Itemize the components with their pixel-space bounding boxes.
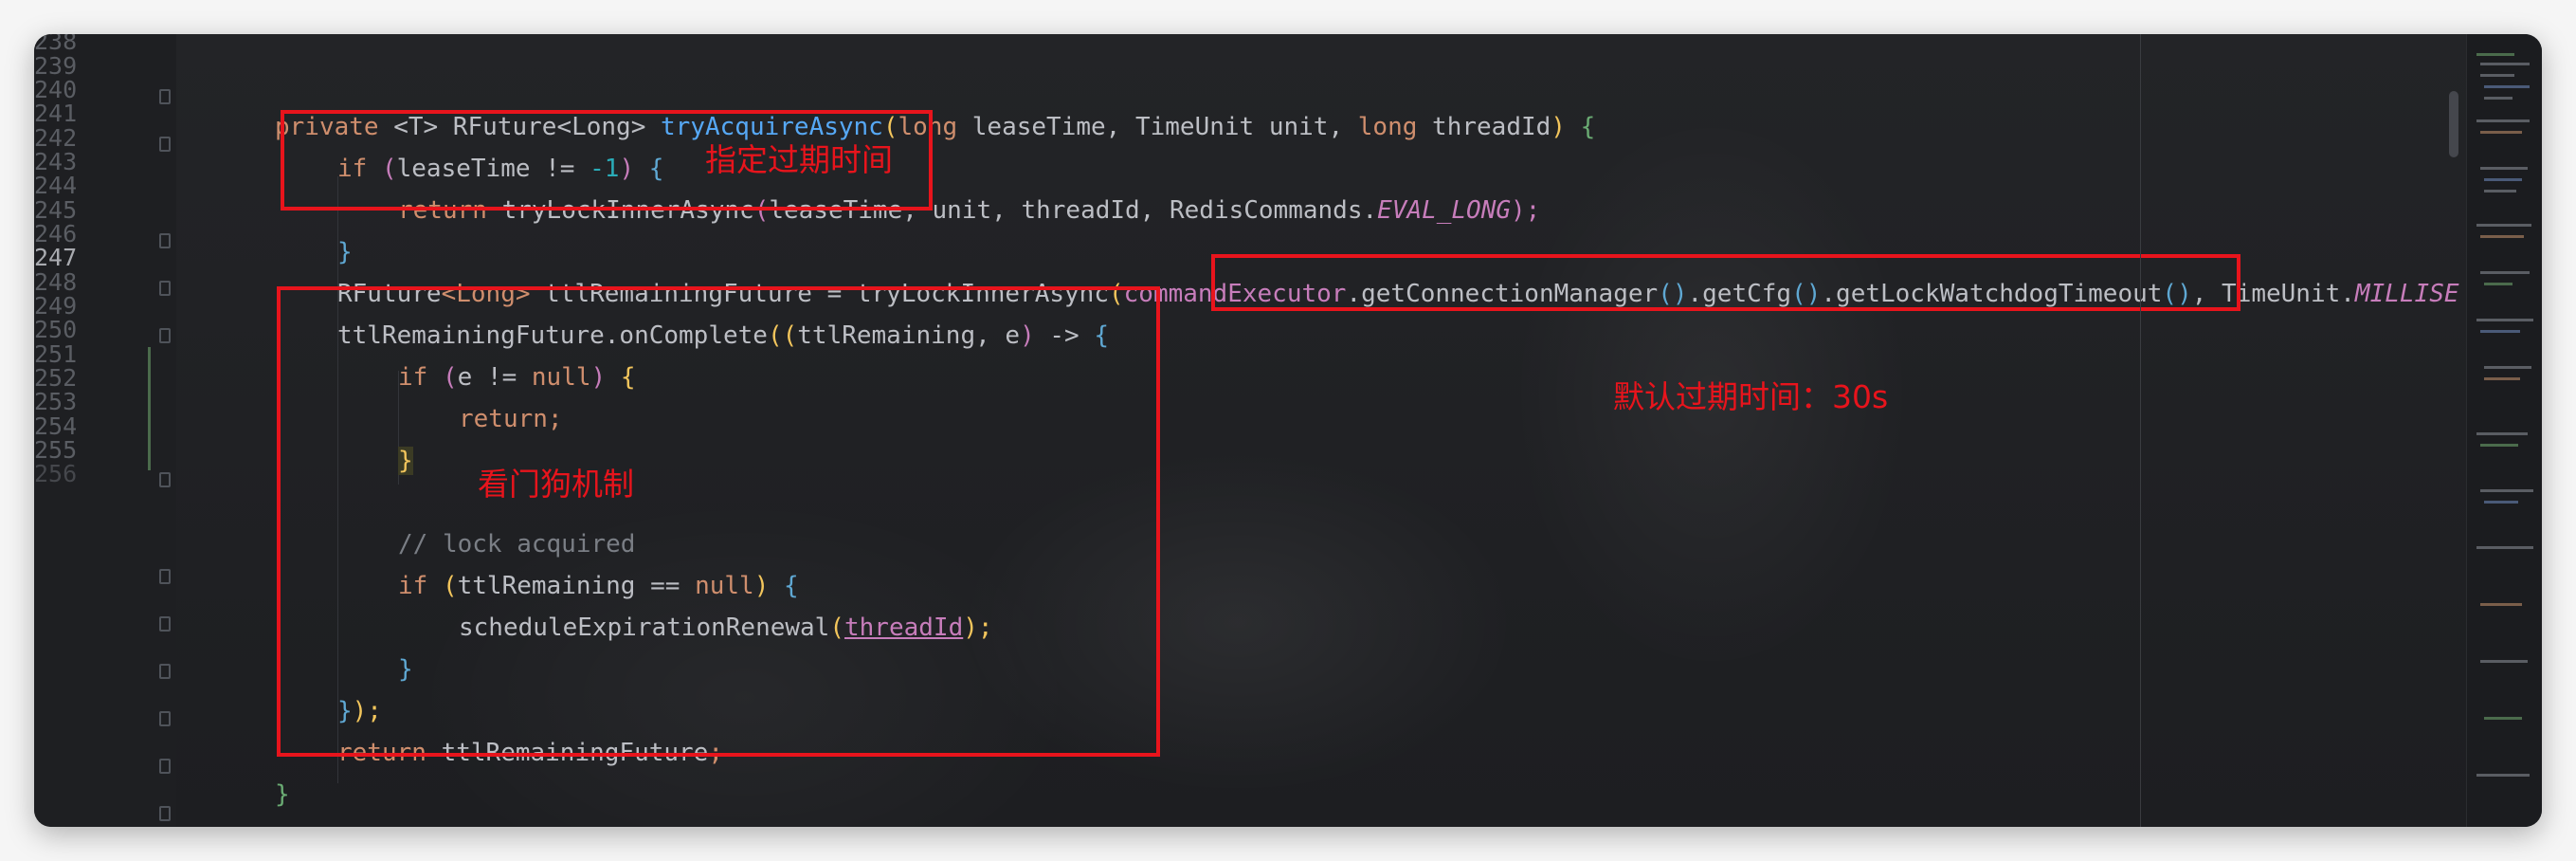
code-editor[interactable]: private <T> RFuture<Long> tryAcquireAsyn…	[176, 34, 2498, 827]
code-line-242: }	[337, 238, 353, 266]
minimap-line	[2484, 97, 2513, 100]
fold-toggle-icon[interactable]	[159, 233, 171, 248]
minimap-line	[2476, 224, 2531, 227]
minimap-line	[2476, 53, 2514, 56]
annotation-label-expire: 指定过期时间	[705, 141, 893, 178]
minimap-line	[2484, 283, 2513, 285]
fold-toggle-icon[interactable]	[159, 281, 171, 296]
vertical-scrollbar-thumb[interactable]	[2449, 91, 2458, 157]
minimap-line	[2476, 432, 2528, 435]
fold-toggle-icon[interactable]	[159, 711, 171, 726]
fold-toggle-icon[interactable]	[159, 759, 171, 774]
line-number-gutter: 238 239 240 241 242 243 244 245 246 247 …	[34, 34, 176, 827]
minimap-line	[2480, 271, 2530, 274]
fold-toggle-icon[interactable]	[159, 806, 171, 821]
annotation-label-watchdog: 看门狗机制	[478, 466, 634, 503]
fold-toggle-icon[interactable]	[159, 89, 171, 104]
minimap-line	[2480, 660, 2528, 663]
minimap-line	[2476, 774, 2530, 777]
minimap-line	[2480, 131, 2522, 134]
minimap-line	[2484, 366, 2531, 369]
minimap-line	[2480, 235, 2524, 238]
minimap-line	[2484, 178, 2522, 181]
fold-toggle-icon[interactable]	[159, 472, 171, 487]
minimap-line	[2480, 167, 2528, 170]
code-minimap[interactable]	[2466, 34, 2542, 827]
minimap-line	[2484, 501, 2518, 504]
line-number: 256	[34, 460, 78, 487]
fold-toggle-icon[interactable]	[159, 328, 171, 343]
minimap-line	[2484, 717, 2522, 720]
minimap-line	[2484, 190, 2516, 192]
ide-window: 238 239 240 241 242 243 244 245 246 247 …	[34, 34, 2542, 827]
minimap-line	[2484, 377, 2520, 380]
annotation-label-default-expire: 默认过期时间：30s	[1613, 378, 1889, 415]
vcs-change-marker[interactable]	[148, 347, 151, 470]
annotation-box-watchdog-timeout	[1211, 254, 2240, 311]
right-margin-guide	[2140, 34, 2141, 827]
fold-toggle-icon[interactable]	[159, 616, 171, 632]
minimap-line	[2480, 74, 2514, 77]
fold-toggle-icon[interactable]	[159, 664, 171, 679]
minimap-line	[2480, 330, 2520, 333]
code-line-255: }	[275, 780, 290, 809]
minimap-line	[2476, 319, 2533, 321]
minimap-line	[2480, 444, 2518, 447]
fold-toggle-icon[interactable]	[159, 569, 171, 584]
fold-toggle-icon[interactable]	[159, 137, 171, 152]
minimap-line	[2480, 489, 2533, 492]
minimap-line	[2480, 603, 2522, 606]
annotation-box-watchdog	[277, 286, 1160, 757]
minimap-line	[2484, 85, 2530, 88]
minimap-line	[2476, 119, 2530, 122]
minimap-line	[2476, 546, 2533, 549]
minimap-line	[2480, 63, 2530, 65]
